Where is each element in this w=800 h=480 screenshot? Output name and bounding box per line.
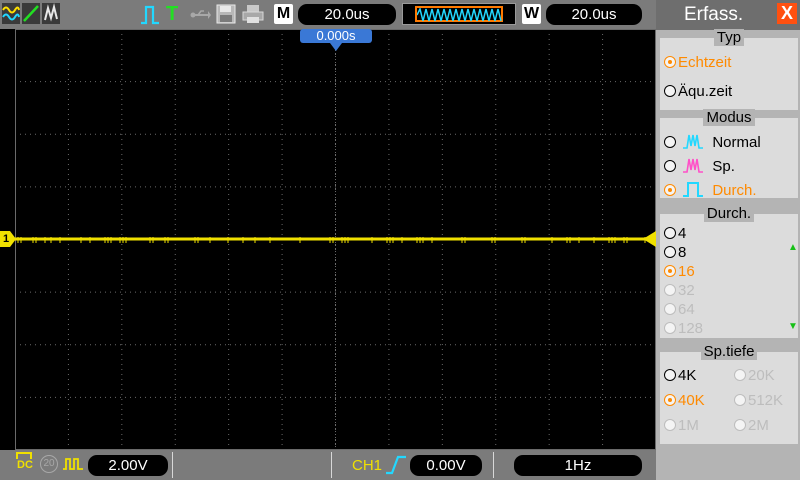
- ch1-coupling-box[interactable]: DC: [16, 452, 34, 476]
- scroll-down-arrow-icon[interactable]: ▼: [788, 322, 798, 332]
- radio-selected-icon: [664, 394, 676, 406]
- average-option-32[interactable]: 32: [664, 282, 695, 300]
- radio-icon: [734, 419, 746, 431]
- ch1-scale[interactable]: 2.00V: [88, 455, 168, 476]
- waveform-graticule[interactable]: [15, 29, 656, 450]
- modus-option-peak[interactable]: Sp.: [664, 156, 735, 176]
- depth-option-20k[interactable]: 20K: [734, 367, 775, 385]
- trigger-source[interactable]: CH1: [352, 456, 382, 476]
- modus-group-title: Modus: [660, 109, 798, 126]
- persistence-icon[interactable]: [42, 3, 60, 24]
- radio-icon: [664, 136, 676, 148]
- trigger-position-marker[interactable]: 0.000s: [300, 29, 372, 43]
- depth-option-40k[interactable]: 40K: [664, 392, 705, 410]
- normal-mode-icon: [683, 134, 704, 149]
- radio-icon: [734, 369, 746, 381]
- radio-icon: [664, 369, 676, 381]
- main-timebase-label: M: [274, 4, 293, 24]
- trigger-status: T: [166, 3, 179, 25]
- radio-selected-icon: [664, 56, 676, 68]
- trigger-edge-icon: [141, 5, 159, 25]
- radio-icon: [664, 85, 676, 97]
- typ-option-aequzeit[interactable]: Äqu.zeit: [664, 83, 732, 101]
- radio-selected-icon: [664, 184, 676, 196]
- peak-mode-icon: [683, 158, 704, 173]
- menu-title: Erfass.: [684, 4, 744, 25]
- scroll-up-arrow-icon[interactable]: ▲: [788, 243, 798, 253]
- radio-selected-icon: [664, 265, 676, 277]
- memory-window-indicator[interactable]: [402, 3, 516, 25]
- average-count-title: Durch.: [660, 205, 798, 222]
- radio-icon: [664, 322, 676, 334]
- save-icon[interactable]: [216, 4, 236, 24]
- average-option-16[interactable]: 16: [664, 263, 695, 281]
- trigger-level-marker[interactable]: [643, 231, 656, 247]
- window-timebase-value[interactable]: 20.0us: [546, 4, 642, 25]
- radio-icon: [664, 284, 676, 296]
- frequency-counter: 1Hz: [514, 455, 642, 476]
- ch1-ground-marker[interactable]: 1: [0, 231, 12, 247]
- modus-option-normal[interactable]: Normal: [664, 132, 761, 152]
- radio-icon: [664, 303, 676, 315]
- modus-option-average[interactable]: Durch.: [664, 180, 757, 200]
- radio-icon: [734, 394, 746, 406]
- separator: [493, 452, 494, 478]
- bandwidth-limit-badge: 20: [40, 455, 58, 473]
- separator: [172, 452, 173, 478]
- usb-device-icon: [190, 10, 211, 19]
- average-option-4[interactable]: 4: [664, 225, 686, 243]
- typ-group-title: Typ: [660, 29, 798, 46]
- depth-option-2m[interactable]: 2M: [734, 417, 769, 435]
- ch1-coupling: DC: [17, 459, 33, 471]
- memory-depth-title: Sp.tiefe: [660, 343, 798, 360]
- average-option-64[interactable]: 64: [664, 301, 695, 319]
- main-timebase-value[interactable]: 20.0us: [298, 4, 396, 25]
- average-option-128[interactable]: 128: [664, 320, 703, 338]
- radio-icon: [664, 246, 676, 258]
- average-option-8[interactable]: 8: [664, 244, 686, 262]
- trigger-level[interactable]: 0.00V: [410, 455, 482, 476]
- radio-icon: [664, 160, 676, 172]
- menu-header: Erfass. X: [656, 0, 800, 30]
- memory-waveform-icon: [417, 8, 502, 22]
- depth-option-4k[interactable]: 4K: [664, 367, 696, 385]
- radio-icon: [664, 227, 676, 239]
- average-mode-icon: [683, 182, 704, 197]
- radio-icon: [664, 419, 676, 431]
- window-timebase-label: W: [522, 4, 541, 24]
- rising-edge-icon: [386, 455, 406, 475]
- print-icon[interactable]: [242, 4, 264, 24]
- depth-option-512k[interactable]: 512K: [734, 392, 783, 410]
- typ-option-echtzeit[interactable]: Echtzeit: [664, 54, 731, 72]
- close-menu-button[interactable]: X: [777, 3, 797, 24]
- ramp-waveform-icon[interactable]: [22, 3, 40, 24]
- ch1-invert-icon: [63, 458, 83, 470]
- separator: [331, 452, 332, 478]
- trigger-position-arrow: [330, 43, 342, 51]
- depth-option-1m[interactable]: 1M: [664, 417, 699, 435]
- math-waveform-icon[interactable]: [2, 3, 20, 24]
